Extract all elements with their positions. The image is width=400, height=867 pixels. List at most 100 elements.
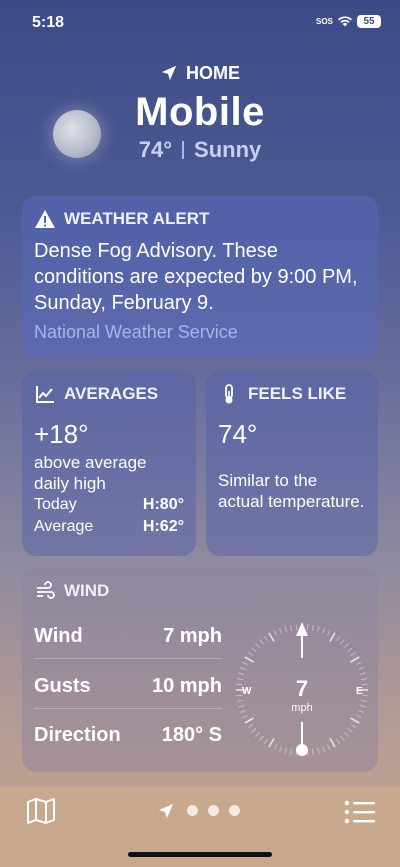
averages-title: AVERAGES [64, 384, 159, 403]
compass-east-label: E [356, 686, 363, 697]
compass-tick [238, 705, 245, 708]
compass-tick [290, 624, 293, 631]
compass-tick [259, 639, 264, 645]
location-arrow-icon [161, 65, 177, 81]
averages-card[interactable]: AVERAGES +18° above average daily high T… [22, 371, 196, 556]
averages-value: +18° [34, 419, 89, 449]
gusts-row: Gusts 10 mph [34, 675, 222, 709]
wind-icon [37, 581, 55, 599]
compass-tick [263, 738, 268, 745]
compass-tick [356, 661, 363, 666]
compass-speed: 7 [296, 676, 308, 701]
compass-arrow-head [296, 622, 308, 636]
card-header: WIND [34, 580, 366, 602]
feels-like-value: 74° [218, 419, 258, 449]
compass-tick [311, 749, 314, 756]
thermometer-icon [225, 384, 233, 404]
compass-tick [278, 627, 282, 634]
alert-title: WEATHER ALERT [64, 209, 210, 228]
today-high-row: Today H:80° [34, 494, 184, 516]
card-header: AVERAGES [34, 383, 184, 405]
compass-tick [361, 699, 368, 702]
compass-tick [295, 624, 298, 631]
average-high-value: H:62° [142, 518, 184, 535]
map-icon[interactable] [26, 797, 56, 825]
compass-tick [306, 624, 309, 631]
compass-tick [336, 738, 341, 745]
wind-label: Wind [34, 625, 83, 647]
compass-tick [268, 632, 275, 642]
compass-tick [329, 632, 336, 642]
compass-tick [361, 683, 368, 686]
compass-tick [350, 651, 357, 656]
list-icon[interactable] [344, 799, 376, 825]
page-dot[interactable] [229, 805, 240, 816]
compass-tick [254, 642, 260, 648]
compass-tick [251, 647, 257, 652]
compass-tick [244, 656, 254, 663]
compass-tick [329, 738, 336, 748]
location-arrow-icon[interactable] [158, 803, 174, 819]
compass-tick [284, 747, 287, 754]
averages-description: above average daily high [34, 453, 147, 493]
feels-like-description: Similar to the actual temperature. [218, 471, 365, 511]
compass-tick [340, 639, 345, 645]
compass-tick [344, 732, 350, 738]
weather-alert-card[interactable]: WEATHER ALERT Dense Fog Advisory. These … [22, 196, 378, 358]
compass-tick [356, 714, 363, 719]
feels-like-card[interactable]: FEELS LIKE 74° Similar to the actual tem… [206, 371, 378, 556]
wifi-icon [338, 16, 352, 27]
compass-tick [358, 666, 365, 670]
card-header: FEELS LIKE [218, 383, 366, 405]
compass-tick [251, 728, 257, 733]
direction-row: Direction 180° S [34, 724, 222, 757]
compass-tick [359, 672, 366, 675]
alert-source[interactable]: National Weather Service [34, 322, 366, 343]
compass-tick [241, 714, 248, 719]
compass-tick [254, 732, 260, 738]
page-dot[interactable] [208, 805, 219, 816]
compass-tick [322, 746, 326, 753]
wind-card[interactable]: WIND Wind 7 mph Gusts 10 mph Direction 1… [22, 568, 378, 772]
compass-tick [350, 717, 360, 724]
sos-indicator: SOS [316, 17, 333, 26]
current-conditions: 74° Sunny [0, 137, 400, 163]
compass-tick [340, 735, 345, 741]
compass-tick [317, 626, 320, 633]
warning-icon [35, 210, 55, 228]
compass-tick [326, 744, 331, 751]
wind-title: WIND [64, 581, 110, 600]
compass-tick [347, 728, 353, 733]
page-dot[interactable] [187, 805, 198, 816]
home-label-row: HOME [0, 58, 400, 88]
alert-text: Dense Fog Advisory. These conditions are… [34, 240, 358, 314]
compass-tick [317, 747, 320, 754]
today-high-value: H:80° [142, 496, 184, 513]
average-label: Average [34, 518, 94, 535]
compass-tick [239, 666, 246, 670]
city-name: Mobile [135, 90, 265, 134]
gusts-value: 10 mph [151, 675, 222, 697]
condition-text: Sunny [194, 137, 262, 162]
compass-tick [359, 705, 366, 708]
chart-line-icon [36, 386, 54, 403]
compass-tick [358, 710, 365, 714]
compass-tick [326, 629, 331, 636]
compass-tick [247, 651, 254, 656]
divider [182, 141, 185, 159]
compass-tick [247, 724, 254, 729]
compass-unit: mph [291, 702, 312, 714]
compass-tick [241, 661, 248, 666]
compass-tick [273, 744, 278, 751]
compass-tick [259, 735, 264, 741]
compass-tick [278, 746, 282, 753]
compass-tick [239, 710, 246, 714]
home-indicator [128, 852, 272, 857]
status-bar: 5:18 SOS 55 [0, 0, 400, 46]
compass-west-label: W [242, 686, 252, 697]
compass-tick [244, 717, 254, 724]
compass-arrow-tail [296, 744, 308, 756]
compass-tick [273, 629, 278, 636]
card-header: WEATHER ALERT [34, 208, 366, 230]
compass-tick [322, 627, 326, 634]
